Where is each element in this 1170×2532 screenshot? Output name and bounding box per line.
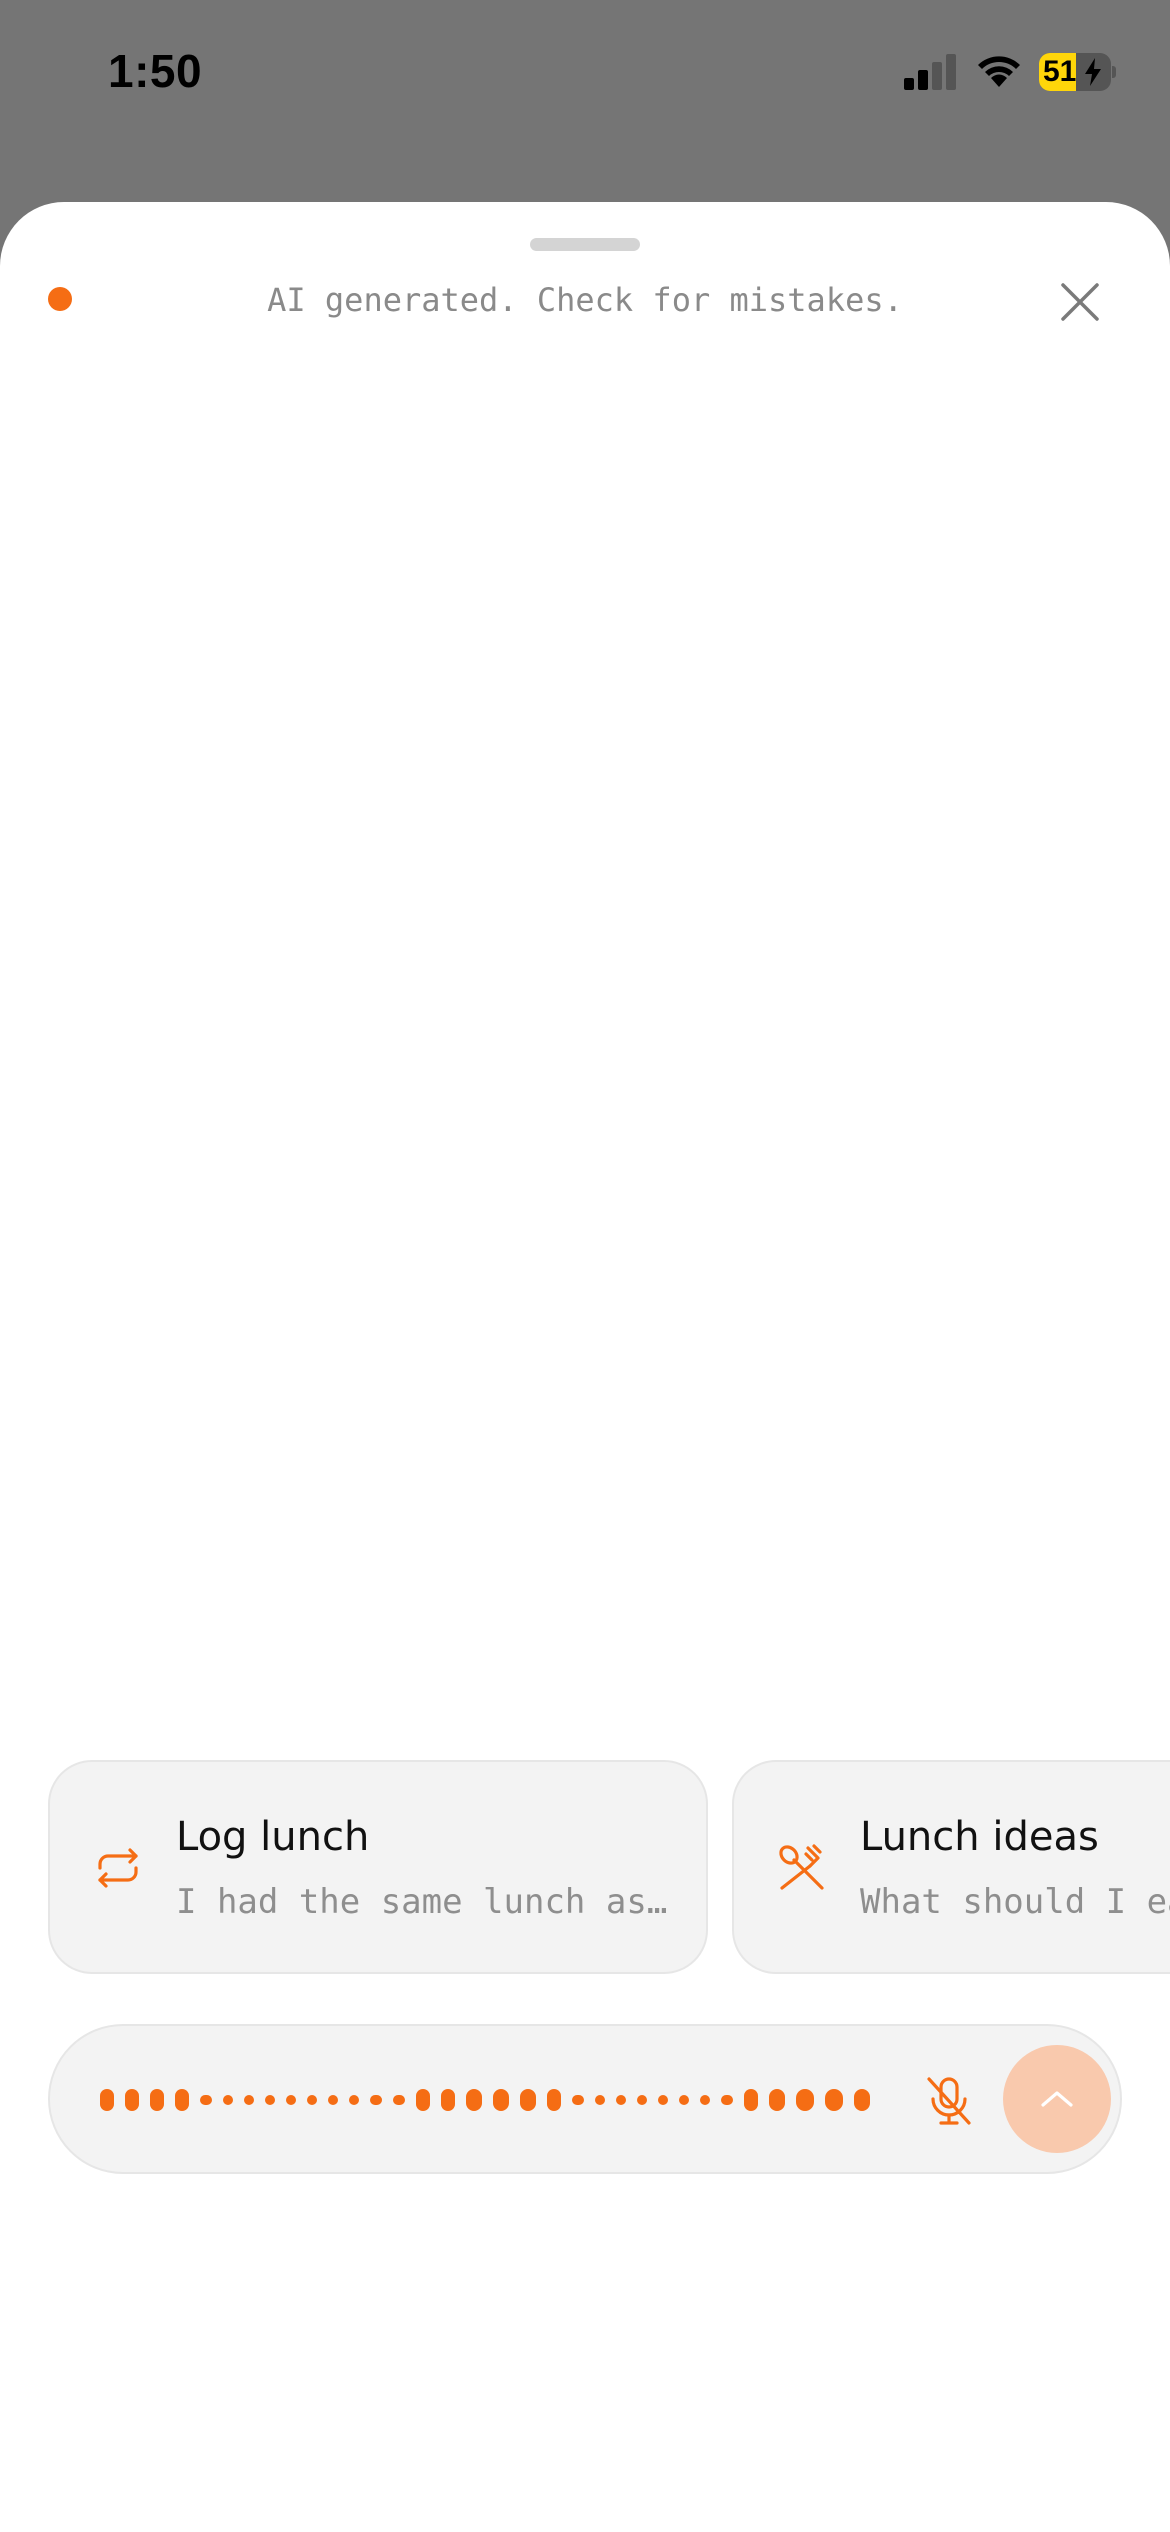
waveform-bar	[637, 2095, 647, 2105]
waveform-bar	[595, 2095, 605, 2105]
waveform-bar	[796, 2089, 814, 2111]
sheet-grabber[interactable]	[530, 238, 640, 251]
status-bar: 1:50 51	[0, 0, 1170, 150]
waveform-bar	[547, 2089, 561, 2111]
waveform-bar	[825, 2089, 843, 2111]
send-button[interactable]	[1003, 2045, 1111, 2153]
waveform-bar	[658, 2095, 668, 2105]
waveform-bar	[223, 2095, 233, 2105]
waveform-bar	[125, 2089, 139, 2111]
cellular-signal-icon	[904, 54, 956, 90]
waveform-bar	[370, 2095, 382, 2105]
repeat-icon	[98, 1848, 138, 1888]
voice-input-bar[interactable]	[48, 2024, 1122, 2174]
waveform-bar	[744, 2089, 758, 2111]
waveform-bar	[150, 2089, 164, 2111]
ai-chat-sheet: AI generated. Check for mistakes.	[0, 202, 1170, 2532]
close-button[interactable]	[1050, 272, 1110, 332]
waveform-bar	[493, 2089, 509, 2111]
waveform-bar	[769, 2089, 785, 2111]
waveform-bar	[416, 2089, 430, 2111]
waveform-bar	[100, 2089, 114, 2111]
battery-charging-icon: 51	[1039, 53, 1116, 91]
mute-mic-button[interactable]	[920, 2072, 978, 2130]
wifi-icon	[978, 56, 1020, 87]
battery-level: 51	[1043, 55, 1077, 88]
bolt-icon	[1085, 58, 1101, 86]
recording-waveform	[100, 2089, 870, 2111]
waveform-bar	[244, 2095, 254, 2105]
close-icon	[1061, 283, 1099, 321]
mic-off-icon	[927, 2077, 971, 2125]
suggestion-carousel[interactable]: Log lunch I had the same lunch as y... L…	[0, 1760, 1170, 1980]
waveform-bar	[200, 2095, 212, 2105]
waveform-bar	[328, 2095, 338, 2105]
suggestion-title: Log lunch	[176, 1814, 370, 1860]
waveform-bar	[307, 2095, 317, 2105]
waveform-bar	[520, 2089, 536, 2111]
utensils-icon	[779, 1844, 824, 1890]
status-time: 1:50	[108, 45, 203, 97]
waveform-bar	[286, 2095, 296, 2105]
suggestion-subtitle: I had the same lunch as y...	[176, 1882, 686, 1922]
waveform-bar	[441, 2089, 455, 2111]
waveform-bar	[721, 2095, 733, 2105]
suggestion-subtitle: What should I eat	[860, 1882, 1170, 1922]
waveform-bar	[349, 2095, 359, 2105]
chevron-up-icon	[1041, 2091, 1073, 2107]
waveform-bar	[572, 2095, 584, 2105]
suggestion-card-lunch-ideas[interactable]: Lunch ideas What should I eat	[732, 1760, 1170, 1974]
waveform-bar	[700, 2095, 710, 2105]
suggestion-card-log-lunch[interactable]: Log lunch I had the same lunch as y...	[48, 1760, 708, 1974]
waveform-bar	[393, 2095, 405, 2105]
suggestion-title: Lunch ideas	[860, 1814, 1099, 1860]
waveform-bar	[679, 2095, 689, 2105]
waveform-bar	[466, 2089, 482, 2111]
ai-disclaimer: AI generated. Check for mistakes.	[267, 281, 903, 319]
waveform-bar	[616, 2095, 626, 2105]
waveform-bar	[854, 2089, 870, 2111]
waveform-bar	[175, 2089, 189, 2111]
waveform-bar	[265, 2095, 275, 2105]
